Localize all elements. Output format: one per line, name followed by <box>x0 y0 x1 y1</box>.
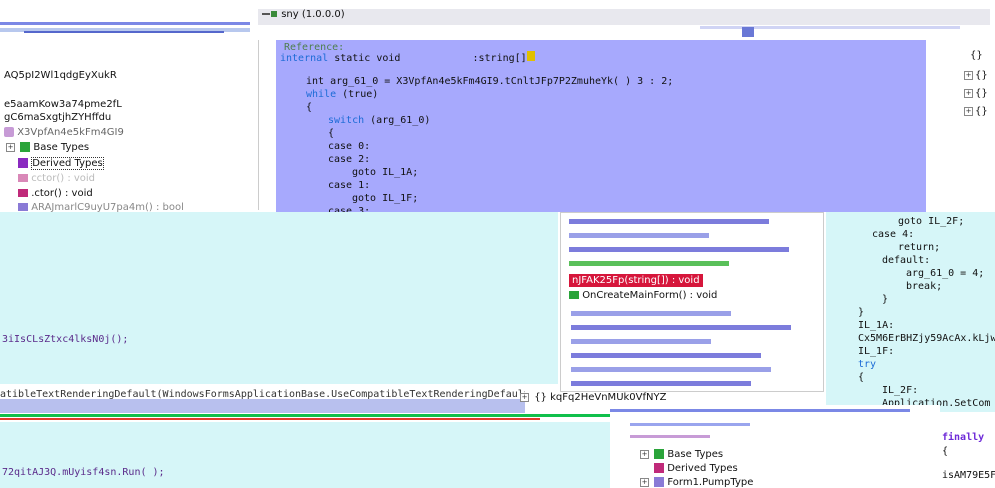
code-line: case 2: <box>328 154 371 165</box>
left-tree-panel: AQ5pI2Wl1qdgEyXukR AQ5pI2Wl1qdgEyXukR e5… <box>0 40 259 213</box>
header-glitch-line <box>700 26 960 29</box>
tree-item-method[interactable]: cctor() : void <box>18 173 95 184</box>
code-line: return; <box>898 242 941 253</box>
method-icon <box>569 291 579 299</box>
code-line: int arg_61_0 = X3VpfAn4e5kFm4GI9.tCnltJF… <box>306 76 674 87</box>
code-line: break; <box>906 281 943 292</box>
expand-icon[interactable]: + <box>964 106 973 116</box>
expand-icon[interactable]: + <box>6 142 15 152</box>
code-line: 72qitAJ3Q.mUyisf4sn.Run( ); <box>2 467 165 478</box>
expand-icon[interactable]: + <box>640 477 649 487</box>
code-line: case 0: <box>328 141 371 152</box>
assembly-label: sny (1.0.0.0) <box>281 9 345 20</box>
tree-item-method[interactable]: .ctor() : void <box>18 188 93 199</box>
tree-item-class[interactable]: + Form1.PumpType <box>640 477 753 488</box>
popup-glitch-line <box>569 219 769 224</box>
popup-glitch-line <box>571 339 711 344</box>
popup-glitch-line <box>571 311 731 316</box>
tree-item-type[interactable]: AQ5pI2Wl1qdgEyXukR <box>4 86 117 97</box>
tree-glitch-line <box>630 435 710 438</box>
code-line: { <box>942 446 949 457</box>
assembly-icon <box>262 9 278 19</box>
popup-glitch-line <box>571 353 761 358</box>
expand-icon[interactable]: + <box>640 449 649 459</box>
popup-item[interactable]: OnCreateMainForm() : void <box>569 290 717 301</box>
derived-types-icon <box>18 158 28 168</box>
base-types-icon <box>20 142 31 152</box>
code-panel-cyan-left[interactable]: 3iIsCLsZtxc4lksN0j(); <box>0 212 558 384</box>
method-icon <box>18 203 28 211</box>
red-line <box>0 418 540 420</box>
code-line: arg_61_0 = 4; <box>906 268 985 279</box>
code-line: IL_1A: <box>858 320 895 331</box>
tree-item-class[interactable]: X3VpfAn4e5kFm4GI9 <box>4 127 124 138</box>
popup-glitch-line <box>571 325 791 330</box>
code-line: { <box>858 372 865 383</box>
namespace-node[interactable]: + {} kqFq2HeVnMUk0VfNYZ <box>520 392 666 403</box>
code-panel-cyan-right[interactable]: goto IL_2F; case 4: return; default: arg… <box>826 212 995 412</box>
code-line: while (true) <box>306 89 379 100</box>
header-glitch-line <box>24 31 224 33</box>
toolbar-bar <box>258 9 990 25</box>
code-line: { <box>306 102 313 113</box>
code-line: } <box>858 307 865 318</box>
namespace-icon: {} <box>534 392 547 403</box>
code-line: { <box>328 128 335 139</box>
right-tree-item[interactable]: +{} <box>964 70 988 81</box>
header-glitch-line <box>0 22 250 25</box>
popup-glitch-line <box>571 381 751 386</box>
tree-glitch-line <box>610 409 910 412</box>
code-line: case 1: <box>328 180 371 191</box>
expand-icon[interactable]: + <box>520 392 529 402</box>
tree-item-derived-types[interactable]: Derived Types <box>18 157 104 170</box>
expand-icon[interactable]: + <box>964 70 973 80</box>
right-tree-item[interactable]: +{} <box>964 106 988 117</box>
popup-glitch-line <box>571 367 771 372</box>
status-strip <box>0 399 525 413</box>
code-line: 3iIsCLsZtxc4lksN0j(); <box>2 334 129 345</box>
code-line: default: <box>882 255 931 266</box>
code-line: IL_1F: <box>858 346 895 357</box>
tree-item-type[interactable]: e5aamKow3a74pme2fL <box>4 99 122 110</box>
right-tree-item[interactable]: +{} <box>964 88 988 99</box>
class-icon <box>654 477 665 487</box>
code-line: } <box>882 294 889 305</box>
tab-icon[interactable] <box>742 27 754 37</box>
code-panel-bottom-right[interactable]: finally { isAM79E5F <box>940 412 995 488</box>
method-icon <box>18 189 28 197</box>
tree-item-type[interactable]: AQ5pI2Wl1qdgEyXukR <box>4 70 117 81</box>
popup-item-selected[interactable]: nJFAK25Fp(string[]) : void <box>569 274 703 287</box>
code-line: switch (arg_61_0) <box>328 115 431 126</box>
derived-types-icon <box>654 463 664 473</box>
right-tree-panel: {} +{} +{} +{} <box>958 40 995 210</box>
method-icon <box>18 174 28 182</box>
popup-glitch-line <box>569 233 709 238</box>
popup-glitch-line <box>569 247 789 252</box>
code-line: goto IL_1A; <box>352 167 419 178</box>
tree-item-base-types[interactable]: + Base Types <box>6 142 89 153</box>
base-types-icon <box>654 449 665 459</box>
code-panel-top[interactable]: Reference: internal static void :string[… <box>276 40 926 217</box>
code-line: try <box>858 359 877 370</box>
assembly-node[interactable]: sny (1.0.0.0) <box>262 9 345 20</box>
right-tree-item[interactable]: {} <box>970 50 983 61</box>
member-popup: nJFAK25Fp(string[]) : void OnCreateMainF… <box>560 212 824 392</box>
code-line: goto IL_1F; <box>352 193 419 204</box>
tree-item-base-types[interactable]: + Base Types <box>640 449 723 460</box>
class-icon <box>4 127 14 137</box>
code-line: IL_2F: <box>882 385 919 396</box>
code-line: case 4: <box>872 229 915 240</box>
code-panel-cyan-bottom[interactable]: 72qitAJ3Q.mUyisf4sn.Run( ); <box>0 422 610 488</box>
code-line: internal static void :string[] <box>280 51 535 64</box>
code-line: finally <box>942 432 985 443</box>
code-line: goto IL_2F; <box>898 216 965 227</box>
tree-item-type[interactable]: gC6maSxgtjhZYHffdu <box>4 112 111 123</box>
expand-icon[interactable]: + <box>964 88 973 98</box>
popup-glitch-line <box>569 261 729 266</box>
code-line: Cx5M6ErBHZjy59AcAx.kLjw <box>858 333 995 344</box>
tree-glitch-line <box>630 423 750 426</box>
tree-item-derived-types[interactable]: Derived Types <box>654 463 738 474</box>
bottom-tree-panel: + Base Types Derived Types + Form1.PumpT… <box>610 405 940 488</box>
code-line: isAM79E5F <box>942 470 995 481</box>
